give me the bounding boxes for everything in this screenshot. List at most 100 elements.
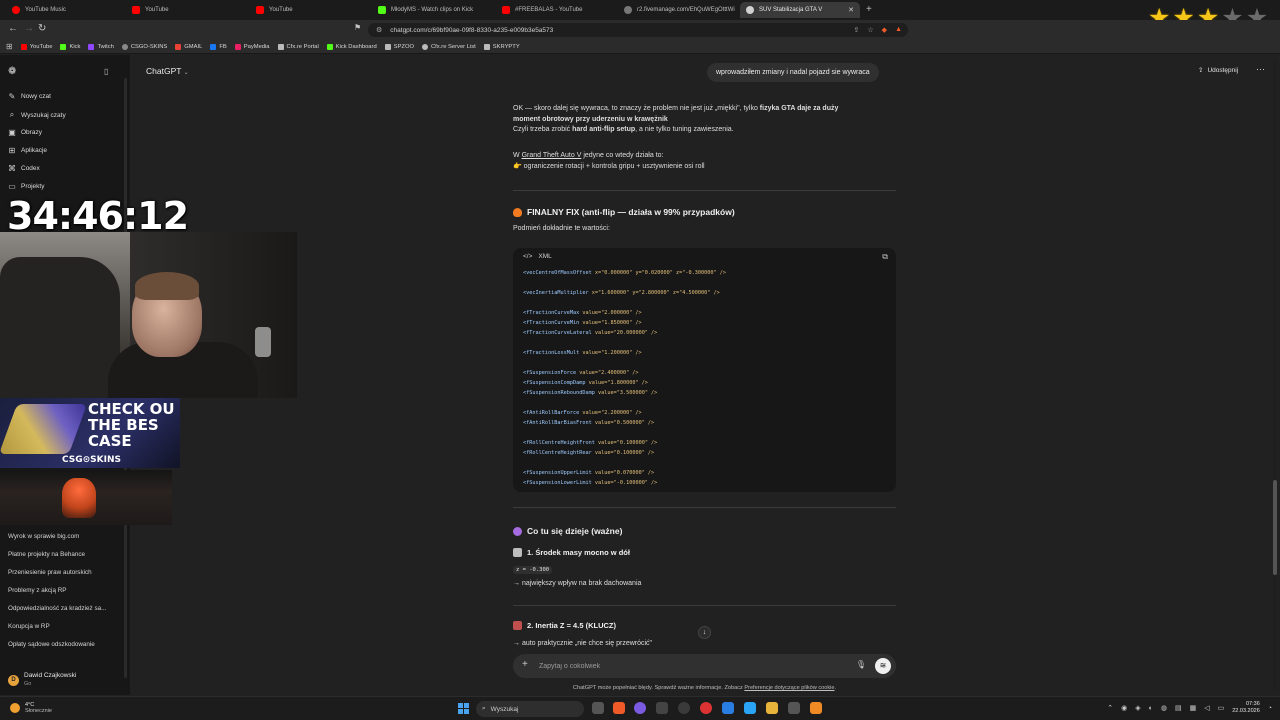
site-info-icon[interactable]: ⚙ xyxy=(376,26,382,34)
kick-icon xyxy=(378,6,386,14)
bookmark-gmail[interactable]: GMAIL xyxy=(175,43,202,50)
heading-what-happens: Co tu się dzieje (ważne) xyxy=(513,526,622,536)
bookmark-cfx-portal[interactable]: Cfx.re Portal xyxy=(277,43,319,50)
add-attachment-icon[interactable]: + xyxy=(522,659,528,670)
apps-grid-icon[interactable]: ⊞ xyxy=(6,42,13,51)
paymedia-icon xyxy=(234,43,241,50)
chat-history-item[interactable]: Wyrok w sprawie big.com xyxy=(8,533,120,540)
file-explorer-icon[interactable] xyxy=(766,702,778,714)
sidebar-item-new-chat[interactable]: ✎ Nowy czat xyxy=(8,92,51,101)
openai-logo-icon[interactable]: ❁ xyxy=(8,66,16,77)
prompt-input[interactable] xyxy=(539,659,839,673)
clock[interactable]: 07:36 22.03.2026 xyxy=(1232,701,1260,715)
youtube-icon xyxy=(256,6,264,14)
notifications-icon[interactable]: ◔ xyxy=(1268,705,1272,712)
tab-fivemanage[interactable]: r2.fivemanage.com/EhQuWEgOtttWi xyxy=(618,2,738,18)
brave-shield-icon[interactable]: ◆ xyxy=(882,26,887,34)
taskbar-search[interactable]: ⌕ Wyszukaj xyxy=(476,701,584,717)
url-text[interactable]: chatgpt.com/c/69bf90ae-09f8-8330-a235-e0… xyxy=(390,27,553,34)
app-icon[interactable] xyxy=(678,702,690,714)
user-profile-button[interactable]: D Dawid Czajkowski Go xyxy=(0,665,130,695)
new-tab-button[interactable]: + xyxy=(866,4,872,15)
bookmark-icon[interactable]: ⚑ xyxy=(354,23,361,32)
bookmark-kick-dashboard[interactable]: Kick Dashboard xyxy=(326,43,377,50)
tray-app-icon[interactable]: ◉ xyxy=(1121,704,1127,712)
model-selector[interactable]: ChatGPT ⌄ xyxy=(146,66,189,76)
tab-freebalas[interactable]: #FREEBALAS - YouTube xyxy=(496,2,616,18)
more-options-icon[interactable]: ⋯ xyxy=(1256,64,1265,75)
main-scrollbar[interactable] xyxy=(1273,60,1277,690)
browser-tab-strip: YouTube Music YouTube YouTube MłodyMS - … xyxy=(0,0,1280,20)
tray-app-icon[interactable]: ▤ xyxy=(1175,704,1182,712)
divider xyxy=(513,507,896,508)
battery-icon[interactable]: ▭ xyxy=(1218,704,1225,712)
tab-suv-stabilizacja-active[interactable]: SUV Stabilizacja GTA V ✕ xyxy=(740,2,860,18)
app-icon[interactable] xyxy=(722,702,734,714)
code-attributes: value="0.500000" /> xyxy=(591,420,655,426)
bookmark-spzoo[interactable]: SPZOO xyxy=(384,43,414,50)
sidebar-collapse-icon[interactable]: ▯ xyxy=(104,67,108,76)
chat-history-item[interactable]: Korupcja w RP xyxy=(8,623,120,630)
bookmark-twitch[interactable]: Twitch xyxy=(88,43,114,50)
copy-code-icon[interactable]: ⧉ xyxy=(882,252,888,262)
chat-history-item[interactable]: Płatne projekty na Behance xyxy=(8,551,120,558)
tab-youtube-music[interactable]: YouTube Music xyxy=(6,2,124,18)
tray-app-icon[interactable]: ◍ xyxy=(1161,704,1167,712)
bookmark-skrypty[interactable]: SKRYPTY xyxy=(483,43,520,50)
kick-icon xyxy=(60,43,67,50)
volume-icon[interactable]: ◁ xyxy=(1204,704,1209,712)
code-attributes: value="0.070000" /> xyxy=(591,470,655,476)
bookmark-fb[interactable]: FB xyxy=(210,43,227,50)
forward-arrow-icon[interactable]: → xyxy=(24,23,34,34)
tab-youtube[interactable]: YouTube xyxy=(126,2,246,18)
bookmark-kick[interactable]: Kick xyxy=(60,43,80,50)
gta-v-link[interactable]: Grand Theft Auto V xyxy=(522,152,582,159)
code-language-label: </> XML xyxy=(523,253,552,260)
back-arrow-icon[interactable]: ← xyxy=(8,23,18,34)
task-view-icon[interactable] xyxy=(592,702,604,714)
tab-youtube-2[interactable]: YouTube xyxy=(250,2,370,18)
sidebar-item-projects[interactable]: ▭ Projekty xyxy=(8,182,44,191)
close-tab-icon[interactable]: ✕ xyxy=(848,6,854,14)
chat-history-item[interactable]: Problemy z akcją RP xyxy=(8,587,120,594)
scroll-down-button[interactable]: ↓ xyxy=(698,626,711,639)
chevron-up-icon[interactable]: ⌃ xyxy=(1107,704,1113,712)
obs-icon[interactable] xyxy=(634,702,646,714)
chat-history-item[interactable]: Przeniesienie praw autorskich xyxy=(8,569,120,576)
chat-history-item[interactable]: Opłaty sądowe odszkodowanie xyxy=(8,641,120,648)
windows-start-icon[interactable] xyxy=(458,703,469,714)
app-icon[interactable] xyxy=(788,702,800,714)
microphone-icon[interactable]: 🎙 xyxy=(856,660,866,669)
bookmark-cfx-server-list[interactable]: Cfx.re Server List xyxy=(421,43,476,50)
scrollbar-thumb[interactable] xyxy=(1273,480,1277,575)
brave-browser-icon[interactable] xyxy=(613,702,625,714)
bookmark-csgo-skins[interactable]: CSGO-SKINS xyxy=(121,43,167,50)
tray-app-icon[interactable]: ◐ xyxy=(1149,705,1153,712)
app-icon[interactable] xyxy=(810,702,822,714)
bookmark-paymedia[interactable]: PayMedia xyxy=(234,43,270,50)
app-icon[interactable] xyxy=(656,702,668,714)
sidebar-item-apps[interactable]: ⊞ Aplikacje xyxy=(8,146,47,155)
url-bar[interactable]: ⚙ chatgpt.com/c/69bf90ae-09f8-8330-a235-… xyxy=(368,23,908,37)
share-button[interactable]: ⇪ Udostępnij xyxy=(1198,66,1238,75)
app-icon[interactable] xyxy=(700,702,712,714)
weather-widget[interactable]: 4°C Słonecznie xyxy=(10,702,52,714)
brave-rewards-icon[interactable]: ▲ xyxy=(895,26,902,34)
sidebar-item-images[interactable]: ▣ Obrazy xyxy=(8,128,42,137)
sidebar-item-search-chats[interactable]: ⌕ Wyszukaj czaty xyxy=(8,110,66,120)
bookmark-star-icon[interactable]: ☆ xyxy=(867,26,873,34)
voice-mode-button[interactable]: ≋ xyxy=(875,658,891,674)
bookmark-youtube[interactable]: YouTube xyxy=(20,43,52,50)
chatgpt-icon xyxy=(746,6,754,14)
share-page-icon[interactable]: ⇪ xyxy=(854,26,860,34)
sidebar-item-codex[interactable]: ⌘ Codex xyxy=(8,164,40,173)
twitch-icon xyxy=(88,43,95,50)
code-line: <fAntiRollBarForce value="2.200000" /> xyxy=(523,410,642,416)
tab-kick-clips[interactable]: MłodyMS - Watch clips on Kick xyxy=(372,2,494,18)
tray-app-icon[interactable]: ◈ xyxy=(1135,704,1140,712)
cookie-preferences-link[interactable]: Preferencje dotyczące plików cookie xyxy=(744,685,834,691)
chat-history-item[interactable]: Odpowiedzialność za kradzież sa... xyxy=(8,605,120,612)
reload-icon[interactable]: ↻ xyxy=(38,23,46,34)
vscode-icon[interactable] xyxy=(744,702,756,714)
network-icon[interactable]: ▦ xyxy=(1190,704,1197,712)
